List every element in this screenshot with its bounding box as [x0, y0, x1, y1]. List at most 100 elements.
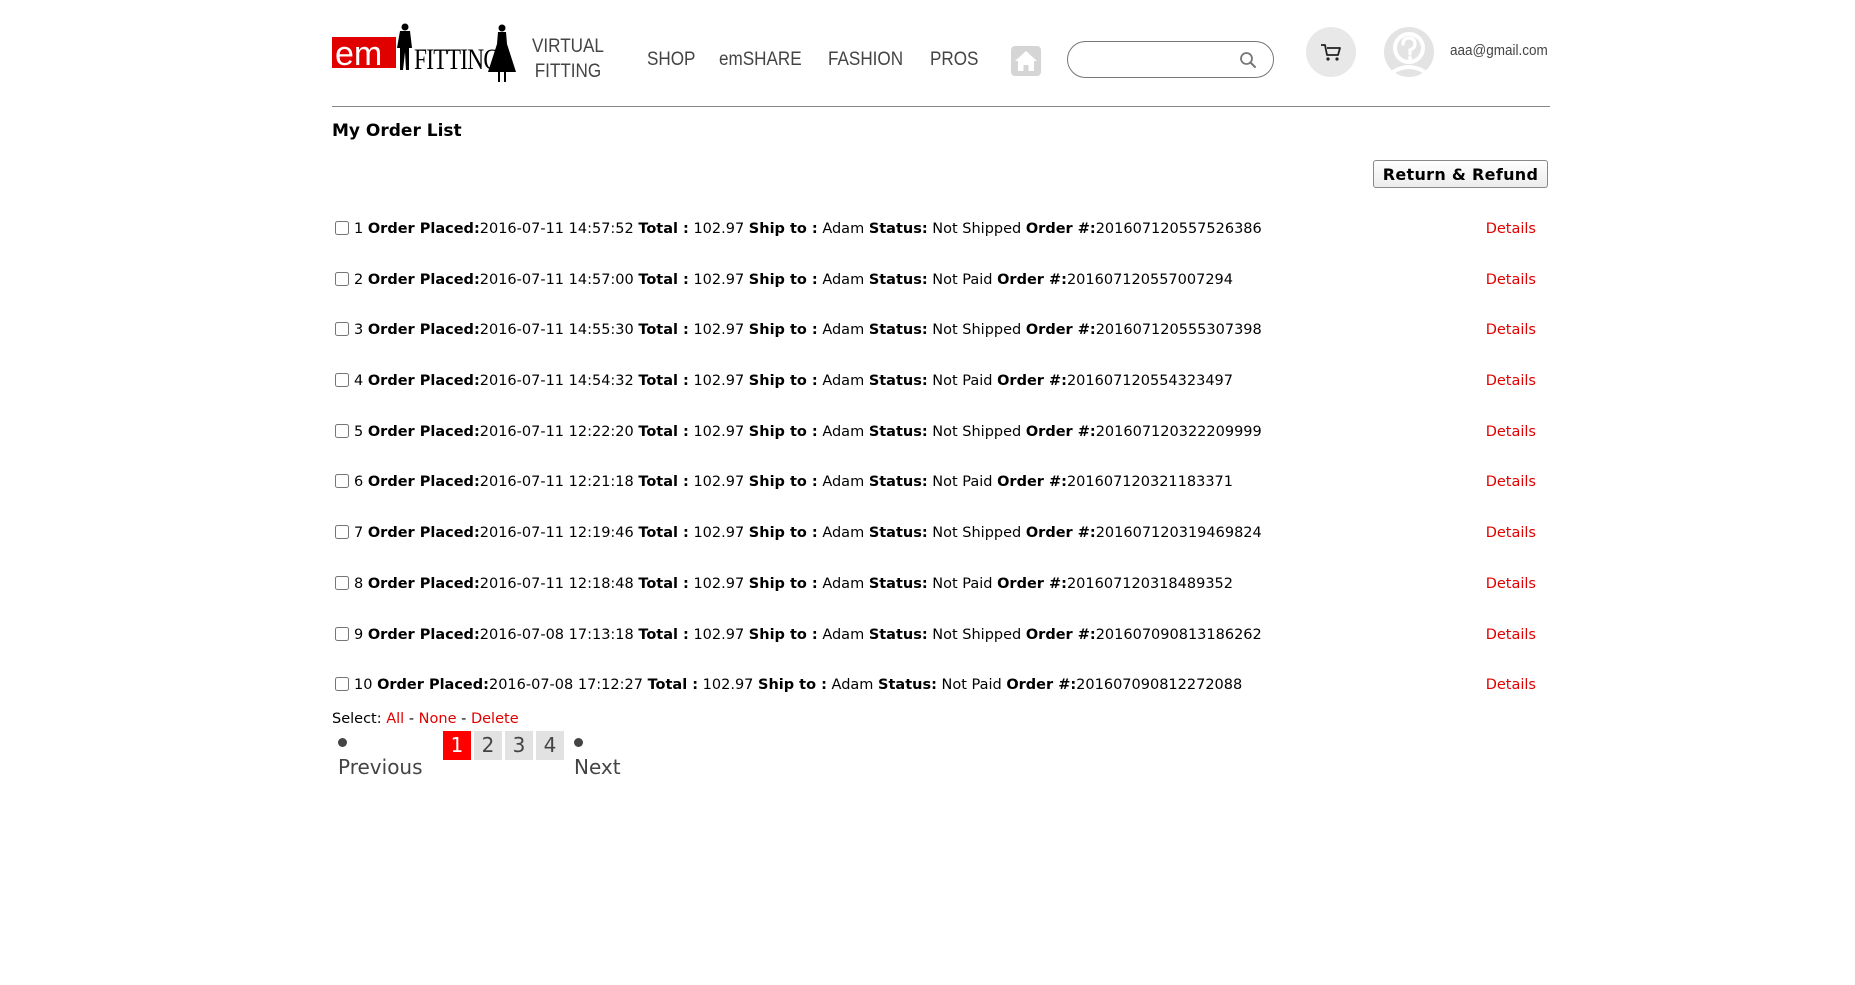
- ship-to-label: Ship to :: [748, 525, 818, 542]
- ship-to-label: Ship to :: [748, 221, 818, 237]
- order-checkbox[interactable]: [335, 677, 349, 692]
- nav-fashion[interactable]: FASHION: [828, 49, 903, 155]
- details-link[interactable]: Details: [1486, 474, 1536, 490]
- order-checkbox[interactable]: [335, 423, 349, 438]
- status-value: Not Shipped: [932, 525, 1022, 542]
- nav-pros[interactable]: PROS: [930, 49, 978, 155]
- order-number-label: Order #:: [997, 271, 1067, 288]
- order-placed-value: 2016-07-11 14:57:52: [479, 221, 634, 237]
- ship-to-value: Adam: [822, 322, 865, 339]
- order-placed-value: 2016-07-11 12:19:46: [479, 525, 634, 542]
- order-number-value: 201607120321183371: [1066, 474, 1234, 491]
- order-placed-label: Order Placed: [367, 474, 474, 491]
- order-index: 9: [354, 626, 364, 643]
- order-checkbox[interactable]: [335, 322, 349, 337]
- order-placed-value: 2016-07-11 12:21:18: [479, 474, 634, 491]
- total-label: Total :: [647, 677, 699, 694]
- select-none-link[interactable]: None: [419, 711, 457, 727]
- order-placed-label: Order Placed: [367, 626, 474, 643]
- select-all-link[interactable]: All: [386, 711, 404, 727]
- nav-virtual-fitting[interactable]: VIRTUAL FITTING: [532, 34, 604, 140]
- previous-page-link[interactable]: Previous: [338, 731, 423, 779]
- details-link[interactable]: Details: [1486, 525, 1536, 541]
- total-label: Total :: [638, 575, 689, 592]
- order-checkbox[interactable]: [335, 626, 349, 641]
- order-number-value: 201607120557526386: [1095, 221, 1262, 237]
- total-label: Total :: [638, 373, 689, 390]
- site-header: em FITTING VIRTUAL FITTING SHOP emSHARE …: [332, 0, 1550, 107]
- details-link[interactable]: Details: [1486, 576, 1536, 592]
- order-index: 8: [354, 575, 364, 592]
- cart-icon: [1321, 44, 1341, 61]
- details-link[interactable]: Details: [1486, 221, 1536, 237]
- order-row: 5 Order Placed:2016-07-11 12:22:20 Total…: [332, 415, 1550, 466]
- page-1-button[interactable]: 1: [443, 731, 471, 760]
- order-checkbox[interactable]: [335, 373, 349, 388]
- total-value: 102.97: [693, 626, 745, 643]
- status-label: Status:: [868, 271, 928, 288]
- status-label: Status:: [868, 575, 928, 592]
- order-number-value: 201607090813186262: [1095, 626, 1262, 643]
- page-2-button[interactable]: 2: [474, 731, 502, 760]
- total-value: 102.97: [693, 575, 745, 592]
- status-label: Status:: [868, 626, 928, 643]
- nav-virtual-fitting-line1: VIRTUAL: [532, 36, 604, 57]
- page-title: My Order List: [332, 121, 462, 141]
- order-number-label: Order #:: [1025, 322, 1096, 339]
- page-3-button[interactable]: 3: [505, 731, 533, 760]
- details-link[interactable]: Details: [1486, 627, 1536, 643]
- order-placed-value: 2016-07-11 12:22:20: [479, 423, 634, 440]
- details-link[interactable]: Details: [1486, 373, 1536, 389]
- order-checkbox[interactable]: [335, 271, 349, 286]
- emfitting-logo[interactable]: em FITTING: [332, 22, 517, 84]
- ship-to-value: Adam: [822, 575, 865, 592]
- total-label: Total :: [638, 423, 689, 440]
- details-link[interactable]: Details: [1486, 322, 1536, 338]
- status-value: Not Shipped: [932, 626, 1022, 643]
- ship-to-label: Ship to :: [748, 423, 818, 440]
- order-index: 7: [354, 525, 364, 542]
- search-input[interactable]: [1082, 48, 1236, 72]
- bullet-icon: [338, 738, 347, 747]
- details-link[interactable]: Details: [1486, 424, 1536, 440]
- order-placed-label: Order Placed: [367, 575, 474, 592]
- total-label: Total :: [638, 525, 689, 542]
- total-value: 102.97: [693, 474, 745, 491]
- order-summary: 1 Order Placed:2016-07-11 14:57:52 Total…: [354, 221, 1262, 237]
- order-number-label: Order #:: [997, 575, 1067, 592]
- ship-to-value: Adam: [822, 373, 865, 390]
- details-link[interactable]: Details: [1486, 677, 1536, 693]
- ship-to-label: Ship to :: [758, 677, 827, 694]
- order-row: 2 Order Placed:2016-07-11 14:57:00 Total…: [332, 263, 1550, 314]
- nav-emshare[interactable]: emSHARE: [719, 49, 802, 155]
- status-value: Not Paid: [941, 677, 1002, 694]
- total-value: 102.97: [693, 373, 745, 390]
- select-controls: Select: All - None - Delete: [332, 711, 519, 727]
- select-separator: -: [461, 711, 471, 727]
- order-checkbox[interactable]: [335, 525, 349, 540]
- user-email[interactable]: aaa@gmail.com: [1450, 42, 1548, 59]
- ship-to-label: Ship to :: [748, 626, 818, 643]
- page-4-button[interactable]: 4: [536, 731, 564, 760]
- status-value: Not Paid: [932, 271, 993, 288]
- status-value: Not Shipped: [932, 423, 1022, 440]
- total-value: 102.97: [693, 525, 745, 542]
- return-refund-button[interactable]: Return & Refund: [1373, 160, 1548, 188]
- order-number-value: 201607120554323497: [1066, 373, 1234, 390]
- ship-to-value: Adam: [831, 677, 874, 694]
- order-placed-value: 2016-07-11 12:18:48: [479, 575, 634, 592]
- home-icon[interactable]: [1011, 46, 1041, 76]
- order-placed-label: Order Placed: [377, 677, 484, 694]
- delete-link[interactable]: Delete: [471, 711, 519, 727]
- cart-button[interactable]: [1306, 27, 1356, 77]
- nav-shop[interactable]: SHOP: [647, 49, 695, 155]
- order-checkbox[interactable]: [335, 474, 349, 489]
- next-page-link[interactable]: Next: [574, 731, 621, 779]
- avatar-icon[interactable]: [1383, 26, 1435, 78]
- order-summary: 5 Order Placed:2016-07-11 12:22:20 Total…: [354, 423, 1262, 440]
- details-link[interactable]: Details: [1486, 272, 1536, 288]
- order-checkbox[interactable]: [335, 575, 349, 590]
- search-icon[interactable]: [1239, 51, 1257, 69]
- status-label: Status:: [878, 677, 937, 694]
- order-checkbox[interactable]: [335, 221, 349, 235]
